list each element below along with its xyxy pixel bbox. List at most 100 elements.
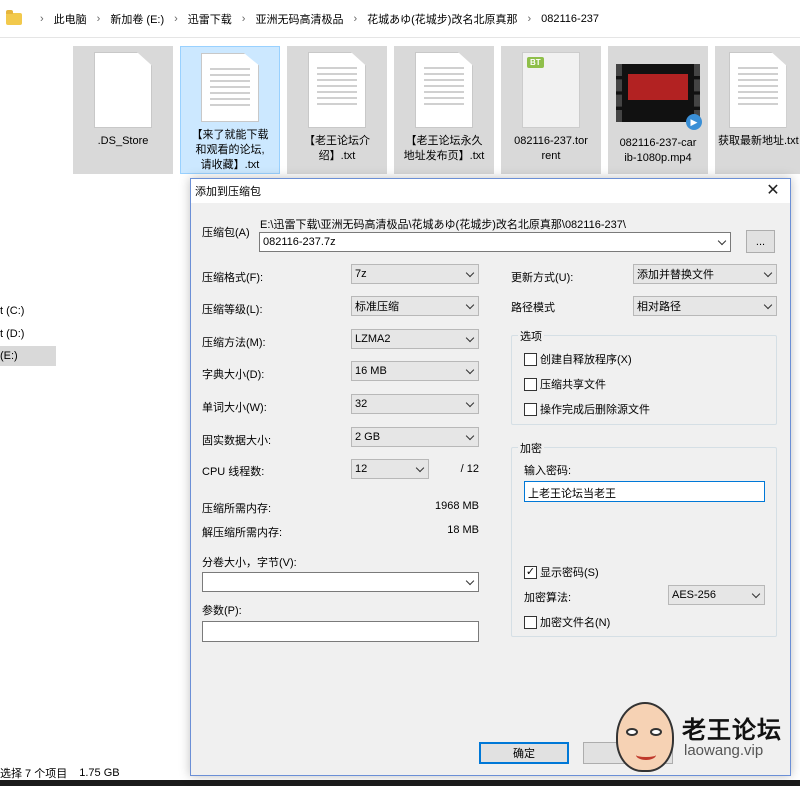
file-item[interactable]: 【来了就能下载 和观看的论坛, 请收藏】.txt: [180, 46, 280, 174]
cpu-select[interactable]: 12: [351, 459, 429, 479]
chevron-down-icon: [760, 265, 776, 283]
mem-comp-label: 压缩所需内存:: [202, 503, 272, 515]
level-label: 压缩等级(L):: [202, 304, 263, 316]
file-name: 【老王论坛介 绍】.txt: [304, 135, 370, 162]
chevron-down-icon: [462, 265, 478, 283]
archive-name-combo[interactable]: 082116-237.7z: [259, 232, 731, 252]
breadcrumb-current[interactable]: 082116-237: [541, 13, 599, 25]
text-file-icon: [728, 52, 787, 128]
selection-size: 1.75 GB: [79, 767, 120, 779]
dict-select[interactable]: 16 MB: [351, 361, 479, 381]
params-input[interactable]: [202, 621, 479, 642]
file-name: 082116-237-car ib-1080p.mp4: [619, 137, 697, 164]
close-icon[interactable]: ✕: [764, 182, 782, 200]
chevron-down-icon[interactable]: [714, 233, 730, 251]
enc-method-value: AES-256: [672, 589, 717, 601]
chevron-down-icon: [462, 428, 478, 446]
show-password-label: 显示密码(S): [540, 567, 599, 579]
file-name: 获取最新地址.txt: [718, 135, 799, 147]
address-bar[interactable]: › 此电脑 › 新加卷 (E:) › 迅雷下载 › 亚洲无码高清极品 › 花城あ…: [0, 0, 800, 38]
breadcrumb-downloads[interactable]: 迅雷下载: [188, 11, 232, 27]
mem-comp-value: 1968 MB: [434, 500, 479, 512]
file-name: 【来了就能下载 和观看的论坛, 请收藏】.txt: [191, 129, 269, 171]
watermark-brand: 老王论坛: [682, 717, 782, 744]
text-file-icon: [201, 53, 259, 122]
method-label: 压缩方法(M):: [202, 337, 266, 349]
options-title: 选项: [518, 328, 544, 344]
taskbar: [0, 780, 800, 786]
file-item[interactable]: 获取最新地址.txt: [715, 46, 800, 174]
breadcrumb-folder-1[interactable]: 亚洲无码高清极品: [255, 11, 343, 27]
add-to-archive-dialog: 添加到压缩包 ✕ 压缩包(A) E:\迅雷下载\亚洲无码高清极品\花城あゆ(花城…: [190, 178, 791, 776]
dialog-title: 添加到压缩包: [195, 186, 261, 198]
mem-decomp-label: 解压缩所需内存:: [202, 527, 283, 539]
solid-label: 固实数据大小:: [202, 435, 272, 447]
method-select[interactable]: LZMA2: [351, 329, 479, 349]
mem-decomp-value: 18 MB: [447, 524, 479, 536]
selection-count: 选择 7 个项目: [0, 768, 68, 780]
split-label: 分卷大小，字节(V):: [202, 557, 297, 569]
enc-method-select[interactable]: AES-256: [668, 585, 765, 605]
path-mode-select[interactable]: 相对路径: [633, 296, 777, 316]
chevron-right-icon: ›: [40, 12, 44, 25]
archive-path: E:\迅雷下载\亚洲无码高清极品\花城あゆ(花城步)改名北原真那\082116-…: [260, 219, 626, 231]
nav-drive-e[interactable]: (E:): [0, 346, 56, 366]
folder-icon: [6, 9, 22, 25]
level-select[interactable]: 标准压缩: [351, 296, 479, 316]
method-value: LZMA2: [355, 333, 391, 345]
nav-drive-d[interactable]: t (D:): [0, 328, 24, 340]
delete-after-checkbox[interactable]: 操作完成后删除源文件: [524, 401, 650, 417]
word-value: 32: [355, 398, 368, 410]
split-size-combo[interactable]: [202, 572, 479, 592]
navigation-pane: t (C:) t (D:) (E:): [0, 38, 56, 760]
play-icon: ▶: [686, 114, 702, 130]
file-item[interactable]: ▶ 082116-237-car ib-1080p.mp4: [608, 46, 708, 174]
file-item[interactable]: BT 082116-237.tor rent: [501, 46, 601, 174]
checkbox-box: [524, 402, 537, 416]
archive-name-value: 082116-237.7z: [263, 236, 336, 248]
password-input[interactable]: 上老王论坛当老王: [524, 481, 765, 502]
shared-files-checkbox[interactable]: 压缩共享文件: [524, 376, 606, 392]
dialog-titlebar[interactable]: 添加到压缩包: [191, 179, 790, 203]
sfx-checkbox[interactable]: 创建自释放程序(X): [524, 351, 632, 367]
chevron-down-icon: [462, 297, 478, 315]
file-item[interactable]: 【老王论坛永久 地址发布页】.txt: [394, 46, 494, 174]
checkbox-box: [524, 615, 537, 629]
options-group: 选项 创建自释放程序(X) 压缩共享文件 操作完成后删除源文件: [511, 328, 777, 425]
file-item[interactable]: 【老王论坛介 绍】.txt: [287, 46, 387, 174]
watermark-face-logo: [616, 702, 674, 772]
delete-label: 操作完成后删除源文件: [540, 404, 650, 416]
encrypt-names-label: 加密文件名(N): [540, 617, 611, 629]
encrypt-names-checkbox[interactable]: 加密文件名(N): [524, 614, 610, 630]
chevron-right-icon: ›: [353, 12, 358, 25]
dict-label: 字典大小(D):: [202, 369, 265, 381]
level-value: 标准压缩: [355, 301, 399, 313]
chevron-right-icon: ›: [527, 12, 532, 25]
nav-drive-c[interactable]: t (C:): [0, 305, 24, 317]
solid-select[interactable]: 2 GB: [351, 427, 479, 447]
ok-button[interactable]: 确定: [479, 742, 569, 764]
file-name: 【老王论坛永久 地址发布页】.txt: [403, 135, 485, 162]
word-select[interactable]: 32: [351, 394, 479, 414]
chevron-right-icon: ›: [96, 12, 101, 25]
chevron-down-icon[interactable]: [462, 573, 478, 591]
archive-label: 压缩包(A): [202, 227, 250, 239]
show-password-checkbox[interactable]: ✓ 显示密码(S): [524, 564, 599, 580]
video-thumbnail-icon: ▶: [616, 64, 702, 130]
chevron-down-icon: [462, 330, 478, 348]
breadcrumb-folder-2[interactable]: 花城あゆ(花城步)改名北原真那: [367, 11, 517, 27]
file-name: .DS_Store: [97, 135, 149, 147]
breadcrumb-this-pc[interactable]: 此电脑: [54, 11, 87, 27]
file-name: 082116-237.tor rent: [514, 135, 588, 162]
format-select[interactable]: 7z: [351, 264, 479, 284]
breadcrumb-drive-e[interactable]: 新加卷 (E:): [110, 11, 164, 27]
watermark-url: laowang.vip: [684, 742, 764, 759]
path-mode-label: 路径模式: [511, 302, 555, 314]
shared-label: 压缩共享文件: [540, 379, 606, 391]
file-icon: [94, 52, 152, 128]
file-item[interactable]: .DS_Store: [73, 46, 173, 174]
word-label: 单词大小(W):: [202, 402, 267, 414]
cpu-value: 12: [355, 463, 368, 475]
browse-button[interactable]: ...: [746, 230, 775, 253]
update-mode-select[interactable]: 添加并替换文件: [633, 264, 777, 284]
